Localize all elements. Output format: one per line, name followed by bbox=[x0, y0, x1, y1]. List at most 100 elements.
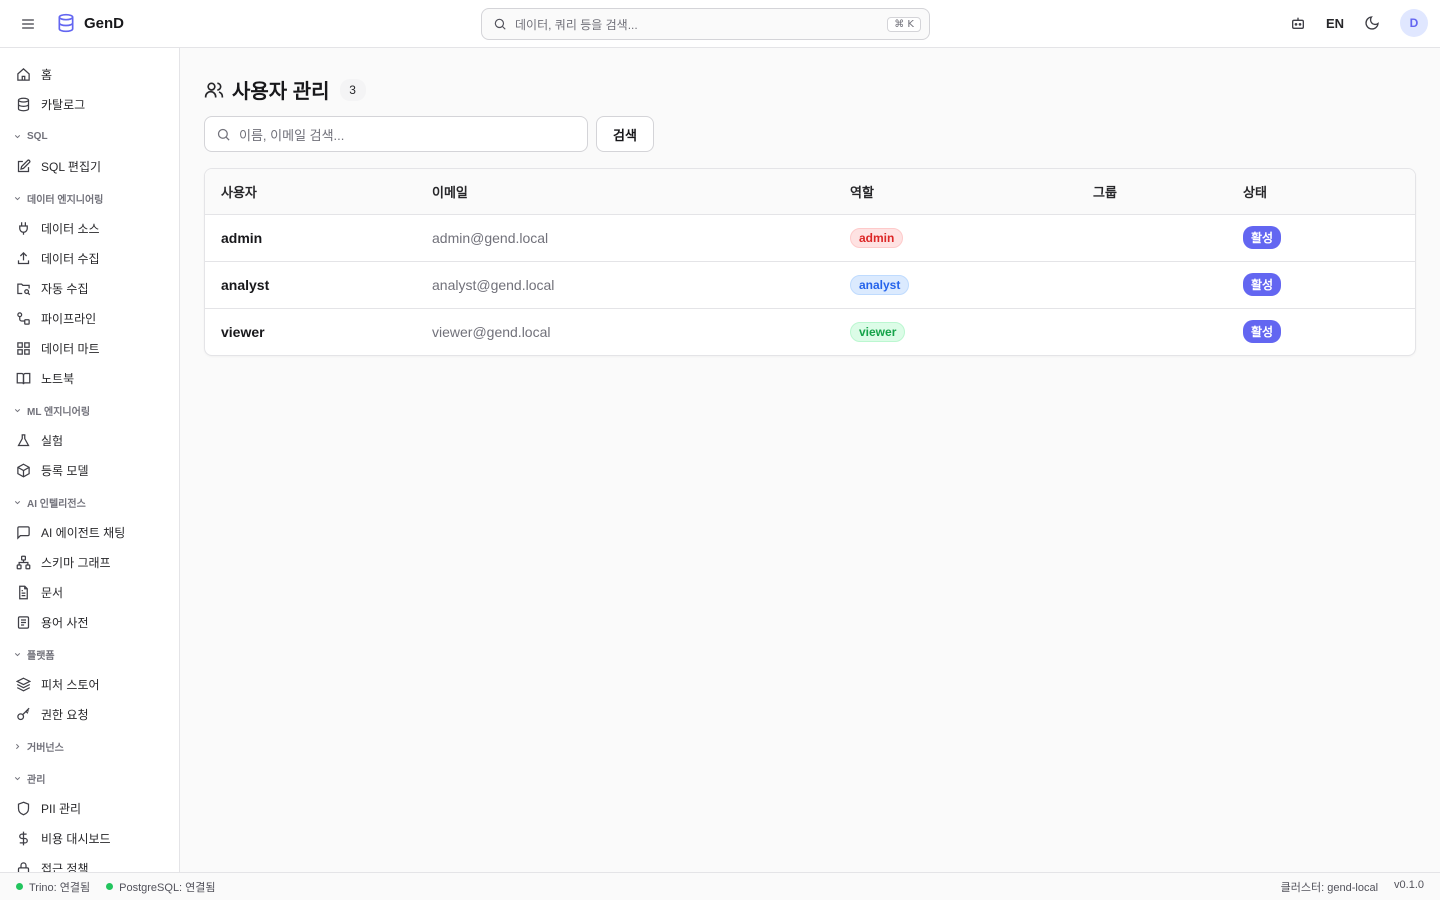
sidebar-section-governance[interactable]: 거버넌스 bbox=[0, 732, 179, 761]
trino-status-label: Trino: 연결됨 bbox=[29, 881, 91, 894]
search-button[interactable]: 검색 bbox=[596, 116, 654, 152]
sidebar-item-cost-dashboard[interactable]: 비용 대시보드 bbox=[0, 823, 179, 853]
sidebar-item-label: 피처 스토어 bbox=[41, 677, 100, 692]
sidebar-section-platform[interactable]: 플랫폼 bbox=[0, 640, 179, 669]
chevron-down-icon bbox=[14, 653, 21, 657]
chevron-right-icon bbox=[16, 743, 20, 750]
user-email: analyst@gend.local bbox=[416, 261, 834, 309]
database-icon bbox=[58, 13, 74, 33]
main-content: 사용자 관리 3 이름, 이메일 검색... 검색 사용자 이메일 역할 그룹 … bbox=[180, 48, 1440, 872]
sidebar-item-home[interactable]: 홈 bbox=[0, 59, 179, 89]
sidebar-section-admin[interactable]: 관리 bbox=[0, 764, 179, 793]
sidebar-item-label: AI 에이전트 채팅 bbox=[41, 525, 126, 540]
folder-search-icon bbox=[17, 283, 31, 295]
global-search-input[interactable]: 데이터, 쿼리 등을 검색... ⌘ K bbox=[481, 8, 930, 40]
app-name: GenD bbox=[84, 14, 125, 32]
column-header-user[interactable]: 사용자 bbox=[205, 169, 416, 215]
connection-statuses: Trino: 연결됨 PostgreSQL: 연결됨 bbox=[16, 879, 216, 895]
role-badge: analyst bbox=[850, 274, 910, 295]
menu-toggle-button[interactable] bbox=[18, 14, 38, 34]
sidebar-item-data-mart[interactable]: 데이터 마트 bbox=[0, 333, 179, 363]
sidebar-item-label: SQL 편집기 bbox=[41, 159, 102, 174]
edit-icon bbox=[17, 159, 31, 172]
sidebar-section-data-engineering[interactable]: 데이터 엔지니어링 bbox=[0, 184, 179, 213]
top-header: GenD 데이터, 쿼리 등을 검색... ⌘ K EN D bbox=[0, 0, 1440, 48]
global-search-placeholder: 데이터, 쿼리 등을 검색... bbox=[515, 17, 638, 32]
user-email: viewer@gend.local bbox=[432, 323, 551, 340]
plug-icon bbox=[19, 221, 28, 235]
app-logo[interactable]: GenD bbox=[56, 13, 124, 33]
moon-icon bbox=[1365, 16, 1379, 30]
search-shortcut-hint: ⌘ K bbox=[887, 16, 921, 32]
sidebar-item-auto-ingest[interactable]: 자동 수집 bbox=[0, 273, 179, 303]
sidebar-item-label: 노트북 bbox=[41, 371, 75, 386]
sidebar-item-label: 홈 bbox=[41, 67, 53, 82]
table-row[interactable]: admin admin@gend.local admin 활성 bbox=[205, 214, 1415, 262]
sidebar-item-label: 문서 bbox=[41, 585, 64, 600]
role-cell: viewer bbox=[834, 308, 1077, 355]
sidebar-item-glossary[interactable]: 용어 사전 bbox=[0, 607, 179, 637]
flask-icon bbox=[17, 433, 30, 446]
table-header-row: 사용자 이메일 역할 그룹 상태 bbox=[205, 169, 1415, 215]
header-actions: EN D bbox=[1290, 9, 1428, 37]
dollar-icon bbox=[19, 831, 28, 845]
hamburger-icon bbox=[22, 19, 34, 29]
chevron-down-icon bbox=[14, 197, 21, 201]
sidebar-item-catalog[interactable]: 카탈로그 bbox=[0, 89, 179, 119]
sidebar-item-sql-editor[interactable]: SQL 편집기 bbox=[0, 151, 179, 181]
sidebar-item-feature-store[interactable]: 피처 스토어 bbox=[0, 669, 179, 699]
user-group bbox=[1077, 261, 1227, 309]
sidebar-item-label: 실험 bbox=[41, 433, 64, 448]
page-title: 사용자 관리 bbox=[232, 81, 330, 103]
sidebar-item-schema-graph[interactable]: 스키마 그래프 bbox=[0, 547, 179, 577]
trino-status: Trino: 연결됨 bbox=[16, 879, 90, 895]
sidebar-item-label: 자동 수집 bbox=[41, 281, 89, 296]
sidebar-item-access-request[interactable]: 권한 요청 bbox=[0, 699, 179, 729]
sidebar-item-pii-management[interactable]: PII 관리 bbox=[0, 793, 179, 823]
sidebar-section-ml-engineering[interactable]: ML 엔지니어링 bbox=[0, 396, 179, 425]
section-title: 플랫폼 bbox=[27, 651, 55, 662]
column-header-role[interactable]: 역할 bbox=[834, 169, 1077, 215]
users-table: 사용자 이메일 역할 그룹 상태 admin admin@gend.local … bbox=[204, 168, 1416, 356]
status-cell: 활성 bbox=[1227, 214, 1415, 262]
column-header-email[interactable]: 이메일 bbox=[416, 169, 834, 215]
column-header-status[interactable]: 상태 bbox=[1227, 169, 1415, 215]
user-avatar[interactable]: D bbox=[1400, 9, 1428, 37]
sidebar-item-notebook[interactable]: 노트북 bbox=[0, 363, 179, 393]
status-badge: 활성 bbox=[1243, 226, 1282, 249]
role-cell: admin bbox=[834, 214, 1077, 262]
chevron-down-icon bbox=[14, 135, 21, 139]
sidebar-section-ai-intelligence[interactable]: AI 인텔리전스 bbox=[0, 488, 179, 517]
section-title: 관리 bbox=[27, 775, 46, 786]
connected-dot-icon bbox=[16, 883, 23, 890]
sidebar-item-data-ingest[interactable]: 데이터 수집 bbox=[0, 243, 179, 273]
sidebar-item-label: 파이프라인 bbox=[41, 311, 97, 326]
sidebar-item-ai-agent-chat[interactable]: AI 에이전트 채팅 bbox=[0, 517, 179, 547]
sidebar-item-label: 데이터 마트 bbox=[41, 341, 100, 356]
sidebar-item-registered-models[interactable]: 등록 모델 bbox=[0, 455, 179, 485]
table-row[interactable]: analyst analyst@gend.local analyst 활성 bbox=[205, 261, 1415, 309]
key-icon bbox=[17, 707, 30, 720]
chevron-down-icon bbox=[14, 777, 21, 781]
chevron-down-icon bbox=[14, 501, 21, 505]
sidebar-item-pipeline[interactable]: 파이프라인 bbox=[0, 303, 179, 333]
column-header-group[interactable]: 그룹 bbox=[1077, 169, 1227, 215]
bot-icon bbox=[1291, 17, 1304, 29]
sidebar-section-sql[interactable]: SQL bbox=[0, 122, 179, 151]
theme-toggle-button[interactable] bbox=[1364, 15, 1380, 31]
sidebar-item-data-source[interactable]: 데이터 소스 bbox=[0, 213, 179, 243]
sidebar-item-experiments[interactable]: 실험 bbox=[0, 425, 179, 455]
sidebar-item-documents[interactable]: 문서 bbox=[0, 577, 179, 607]
role-cell: analyst bbox=[834, 261, 1077, 309]
ai-assistant-button[interactable] bbox=[1290, 15, 1306, 31]
package-icon bbox=[17, 463, 30, 477]
language-toggle[interactable]: EN bbox=[1326, 16, 1344, 31]
table-row[interactable]: viewer viewer@gend.local viewer 활성 bbox=[205, 308, 1415, 355]
user-search-input[interactable]: 이름, 이메일 검색... bbox=[204, 116, 588, 152]
postgres-status-label: PostgreSQL: 연결됨 bbox=[119, 881, 216, 894]
search-icon bbox=[494, 18, 506, 30]
status-bar: Trino: 연결됨 PostgreSQL: 연결됨 클러스터: gend-lo… bbox=[0, 872, 1440, 900]
shield-icon bbox=[17, 801, 30, 815]
status-badge: 활성 bbox=[1243, 273, 1282, 296]
role-badge: viewer bbox=[850, 321, 906, 342]
